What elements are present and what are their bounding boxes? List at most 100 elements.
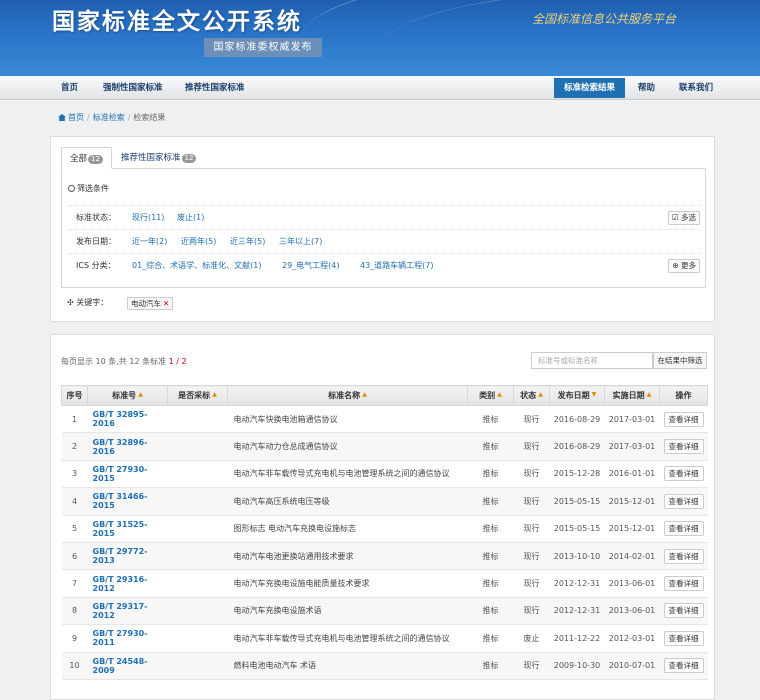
publish-date: 2016-08-29 (549, 432, 605, 461)
tab-all[interactable]: 全部 12 (61, 147, 112, 169)
status-cell: 废止 (513, 624, 550, 653)
filter-conditions: 筛选条件 标准状态： 现行(11) 废止(1) ☑ 多选 发布日期： 近一年(2… (61, 168, 706, 288)
standard-code-link[interactable]: GB/T 31466-2015 (87, 487, 168, 516)
column-header: 操作 (659, 385, 708, 406)
multi-select-button[interactable]: ☑ 多选 (667, 211, 700, 225)
status-cell: 现行 (513, 542, 550, 571)
standard-name: 燃料电池电动汽车 术语 (227, 652, 468, 680)
standard-name: 图形标志 电动汽车充换电设施标志 (227, 515, 468, 543)
filter-option[interactable]: 近两年(5) (181, 230, 216, 254)
standard-name: 电动汽车充换电设施术语 (227, 597, 468, 626)
nav-item-help[interactable]: 帮助 (638, 76, 655, 100)
filter-option[interactable]: 29_电气工程(4) (282, 254, 340, 278)
row-number: 7 (61, 569, 88, 598)
nav-item-home[interactable]: 首页 (61, 76, 78, 100)
column-header[interactable]: 实施日期 ▲ (604, 385, 660, 406)
standard-code-link[interactable]: GB/T 29772-2013 (87, 542, 168, 571)
row-number: 2 (61, 432, 88, 461)
standard-code-link[interactable]: GB/T 29317-2012 (87, 597, 168, 626)
tab-count-badge: 12 (181, 154, 197, 163)
filter-label: 发布日期： (76, 237, 116, 246)
column-header[interactable]: 标准号 ▲ (87, 385, 168, 406)
adoption-cell (167, 542, 228, 571)
action-cell: 查看详细 (659, 432, 708, 461)
standard-name: 电动汽车电池更换站通用技术要求 (227, 542, 468, 571)
filter-option[interactable]: 01_综合、术语学、标准化、文献(1) (132, 254, 262, 278)
tab-recommended[interactable]: 推荐性国家标准 12 (113, 147, 204, 169)
category-cell: 推标 (467, 515, 514, 543)
nav-item-mandatory[interactable]: 强制性国家标准 (103, 76, 163, 100)
filter-option[interactable]: 废止(1) (177, 206, 204, 230)
row-number: 9 (61, 624, 88, 653)
filter-row-date: 发布日期： 近一年(2) 近两年(5) 近三年(5) 三年以上(7) (68, 229, 700, 253)
filter-search-input[interactable]: 标准号或标准名称 (531, 352, 653, 369)
filter-heading: 筛选条件 (68, 183, 109, 194)
view-detail-button[interactable]: 查看详细 (663, 466, 704, 482)
row-number: 10 (61, 652, 88, 680)
row-number: 1 (61, 405, 88, 434)
implement-date: 2016-01-01 (604, 460, 660, 489)
action-cell: 查看详细 (659, 597, 708, 626)
standard-code-link[interactable]: GB/T 27930-2015 (87, 460, 168, 489)
more-button[interactable]: ⊕ 更多 (668, 259, 700, 273)
nav-item-recommended[interactable]: 推荐性国家标准 (185, 76, 245, 100)
filter-option[interactable]: 现行(11) (132, 206, 164, 230)
row-number: 5 (61, 515, 88, 543)
standard-code-link[interactable]: GB/T 31525-2015 (87, 515, 168, 543)
remove-icon[interactable]: ✕ (163, 299, 169, 308)
nav-item-search-results[interactable]: 标准检索结果 (554, 78, 626, 98)
view-detail-button[interactable]: 查看详细 (663, 411, 704, 427)
category-cell: 推标 (467, 624, 514, 653)
breadcrumb-home[interactable]: 首页 (68, 113, 84, 122)
filter-option[interactable]: 三年以上(7) (279, 230, 322, 254)
view-detail-button[interactable]: 查看详细 (663, 521, 704, 537)
category-cell: 推标 (467, 460, 514, 489)
standard-code-link[interactable]: GB/T 29316-2012 (87, 569, 168, 598)
filter-row-status: 标准状态： 现行(11) 废止(1) ☑ 多选 (68, 205, 700, 229)
filter-search-button[interactable]: 在结果中筛选 (653, 352, 707, 369)
adoption-cell (167, 569, 228, 598)
standard-code-link[interactable]: GB/T 32896-2016 (87, 432, 168, 461)
view-detail-button[interactable]: 查看详细 (663, 548, 704, 564)
view-detail-button[interactable]: 查看详细 (663, 658, 704, 674)
filter-option[interactable]: 近三年(5) (230, 230, 265, 254)
status-cell: 现行 (513, 597, 550, 626)
filter-option[interactable]: 43_道路车辆工程(7) (360, 254, 434, 278)
status-cell: 现行 (513, 487, 550, 516)
implement-date: 2017-03-01 (604, 405, 660, 434)
table-row: 1 GB/T 32895-2016 电动汽车快换电池箱通信协议 推标 现行 2016-08… (61, 405, 708, 434)
breadcrumb-search[interactable]: 标准检索 (93, 113, 125, 122)
view-detail-button[interactable]: 查看详细 (663, 603, 704, 619)
column-header[interactable]: 标准名称 ▲ (227, 385, 468, 406)
table-row: 6 GB/T 29772-2013 电动汽车电池更换站通用技术要求 推标 现行 2013-… (61, 542, 708, 571)
table-row: 7 GB/T 29316-2012 电动汽车充换电设施电能质量技术要求 推标 现行 201… (61, 569, 708, 598)
standard-code-link[interactable]: GB/T 32895-2016 (87, 405, 168, 434)
tab-count-badge: 12 (88, 155, 103, 164)
nav-item-contact[interactable]: 联系我们 (679, 76, 713, 100)
filter-label: ICS 分类： (76, 261, 116, 270)
view-detail-button[interactable]: 查看详细 (663, 630, 704, 646)
filter-option[interactable]: 近一年(2) (132, 230, 167, 254)
row-number: 4 (61, 487, 88, 516)
standard-code-link[interactable]: GB/T 27930-2011 (87, 624, 168, 653)
view-detail-button[interactable]: 查看详细 (663, 493, 704, 509)
standard-name: 电动汽车动力仓总成通信协议 (227, 432, 468, 461)
table-row: 9 GB/T 27930-2011 电动汽车非车载传导式充电机与电池管理系统之间的通… (61, 624, 708, 653)
table-row: 5 GB/T 31525-2015 图形标志 电动汽车充换电设施标志 推标 现行 2015… (61, 515, 708, 543)
view-detail-button[interactable]: 查看详细 (663, 576, 704, 592)
view-detail-button[interactable]: 查看详细 (663, 439, 704, 455)
column-header[interactable]: 发布日期 ▼ (549, 385, 605, 406)
column-header[interactable]: 类别 ▲ (467, 385, 514, 406)
keyword-tag[interactable]: 电动汽车 ✕ (127, 297, 174, 310)
column-header[interactable]: 状态 ▲ (513, 385, 550, 406)
status-cell: 现行 (513, 515, 550, 543)
category-cell: 推标 (467, 432, 514, 461)
column-header[interactable]: 是否采标 ▲ (167, 385, 228, 406)
search-icon (68, 185, 75, 192)
implement-date: 2013-06-01 (604, 597, 660, 626)
table-row: 10 GB/T 24548-2009 燃料电池电动汽车 术语 推标 现行 2009-10-… (61, 652, 708, 680)
filter-row-ics: ICS 分类： 01_综合、术语学、标准化、文献(1) 29_电气工程(4) 4… (68, 253, 700, 277)
standard-code-link[interactable]: GB/T 24548-2009 (87, 652, 168, 680)
adoption-cell (167, 460, 228, 489)
implement-date: 2010-07-01 (604, 652, 660, 680)
